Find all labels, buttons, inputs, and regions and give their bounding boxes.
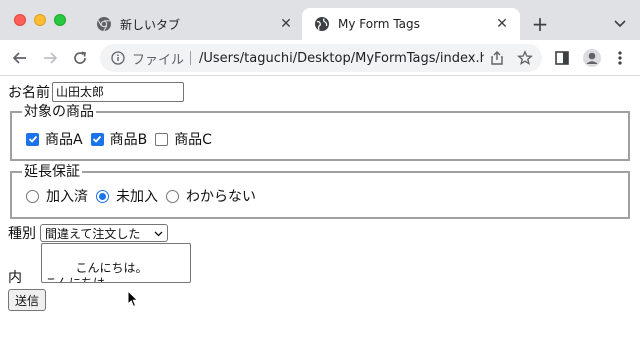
product-b-label: 商品B (109, 132, 148, 148)
minimize-window-button[interactable] (34, 14, 46, 26)
kind-selected-value: 間違えて注文した (45, 226, 141, 241)
warranty-fieldset: 延長保証 加入済 未加入 わからない (10, 163, 630, 219)
chrome-icon (96, 16, 112, 32)
warranty-enrolled-label: 加入済 (46, 189, 88, 205)
more-menu-icon[interactable] (608, 46, 632, 70)
page-content: お名前 山田太郎 対象の商品 商品A 商品B 商品C 延長保証 加入済 未加入 … (0, 77, 640, 360)
warranty-not-enrolled-label: 未加入 (116, 189, 158, 205)
back-arrow-icon[interactable] (8, 46, 32, 70)
kind-row: 種別 間違えて注文した (8, 223, 168, 243)
forward-arrow-icon[interactable] (38, 46, 62, 70)
products-legend: 対象の商品 (22, 103, 96, 121)
tab-my-form-tags[interactable]: My Form Tags ✕ (302, 8, 520, 40)
tab-strip: 新しいタブ ✕ My Form Tags ✕ + (0, 0, 640, 40)
warranty-not-enrolled-radio[interactable] (96, 189, 109, 203)
products-options: 商品A 商品B 商品C (26, 129, 220, 149)
browser-window: 新しいタブ ✕ My Form Tags ✕ + ファイル /Users/tag… (0, 0, 640, 360)
warranty-enrolled-radio[interactable] (26, 189, 39, 203)
products-fieldset: 対象の商品 商品A 商品B 商品C (10, 103, 630, 161)
mouse-cursor-icon (127, 289, 139, 308)
name-label: お名前 (8, 85, 50, 101)
resize-grip-icon[interactable] (183, 275, 189, 281)
tab-title: My Form Tags (338, 17, 420, 31)
close-window-button[interactable] (14, 14, 26, 26)
close-tab-icon[interactable]: ✕ (278, 16, 294, 32)
product-b-checkbox[interactable] (90, 132, 104, 146)
tab-new-tab[interactable]: 新しいタブ ✕ (84, 8, 304, 40)
tab-title: 新しいタブ (120, 17, 181, 32)
warranty-options: 加入済 未加入 わからない (26, 186, 264, 206)
info-icon[interactable] (110, 50, 126, 66)
address-bar[interactable]: ファイル /Users/taguchi/Desktop/MyFormTags/i… (100, 44, 542, 72)
new-tab-button[interactable]: + (528, 12, 552, 36)
warranty-unknown-label: わからない (186, 189, 256, 205)
name-row: お名前 山田太郎 (8, 82, 184, 102)
zoom-window-button[interactable] (54, 14, 66, 26)
product-a-label: 商品A (45, 132, 83, 148)
side-panel-icon[interactable] (550, 46, 574, 70)
profile-avatar-icon[interactable] (580, 46, 604, 70)
name-input[interactable]: 山田太郎 (52, 82, 184, 102)
product-c-checkbox[interactable] (155, 132, 169, 146)
bookmark-star-icon[interactable] (516, 49, 534, 67)
close-tab-icon[interactable]: ✕ (494, 16, 510, 32)
globe-icon (314, 16, 330, 32)
warranty-unknown-radio[interactable] (166, 189, 179, 203)
share-icon[interactable] (488, 49, 506, 67)
url-scheme-label: ファイル (132, 52, 185, 68)
reload-icon[interactable] (68, 46, 92, 70)
submit-button[interactable]: 送信 (8, 289, 47, 311)
browser-toolbar: ファイル /Users/taguchi/Desktop/MyFormTags/i… (0, 40, 640, 76)
product-c-label: 商品C (174, 132, 212, 148)
product-a-checkbox[interactable] (26, 132, 39, 146)
url-text[interactable]: /Users/taguchi/Desktop/MyFormTags/index.… (199, 51, 484, 66)
warranty-legend: 延長保証 (22, 163, 82, 181)
content-textarea[interactable]: こんにちは。 こんにちは。 (41, 243, 191, 283)
kind-label: 種別 (8, 226, 36, 242)
kind-select[interactable]: 間違えて注文した (40, 224, 168, 242)
tab-search-icon[interactable] (608, 12, 632, 36)
chevron-down-icon (154, 226, 163, 240)
url-divider (190, 51, 192, 65)
content-text: こんにちは。 こんにちは。 (45, 261, 148, 283)
